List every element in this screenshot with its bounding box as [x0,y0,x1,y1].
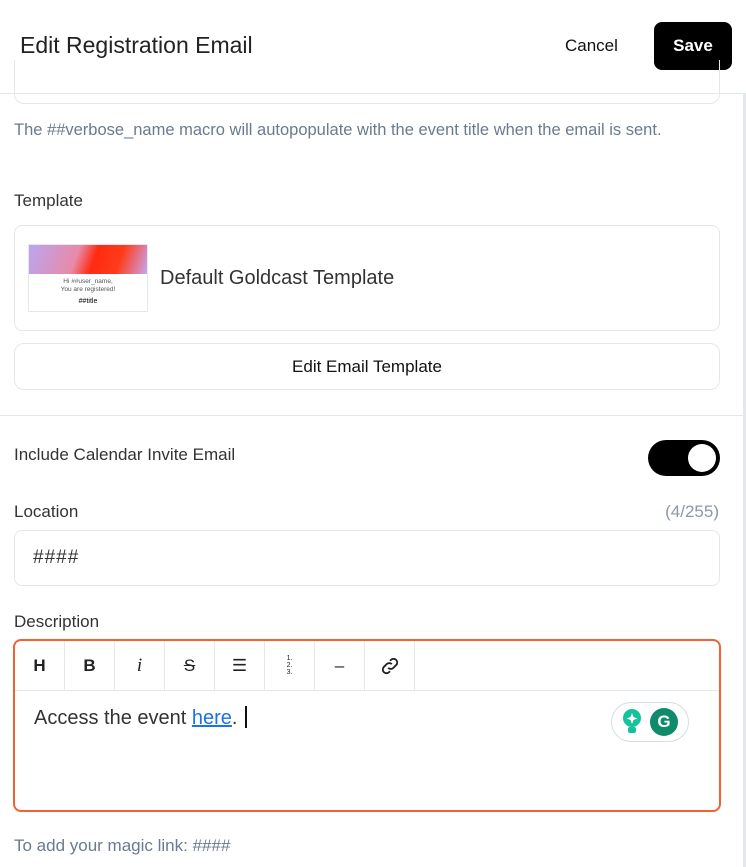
heading-button[interactable]: H [15,641,65,690]
template-name: Default Goldcast Template [160,267,395,289]
edit-email-template-button[interactable]: Edit Email Template [14,343,720,390]
magic-link-hint: To add your magic link: #### [14,836,231,855]
location-char-counter: (4/255) [665,502,719,521]
horizontal-rule-icon: – [334,655,345,675]
bullet-list-icon: ☰ [231,655,248,675]
toggle-knob [688,444,716,472]
text-caret [245,706,248,728]
description-text: Access the event [34,707,192,729]
lightbulb-icon [623,709,641,733]
template-card[interactable]: Hi ##user_name, You are registered! ##tit… [14,225,720,331]
template-thumbnail: Hi ##user_name, You are registered! ##tit… [28,244,148,312]
description-label: Description [14,612,100,631]
grammarly-icon: G [650,708,678,736]
page-title: Edit Registration Email [20,32,253,58]
location-input[interactable] [14,530,720,586]
ordered-list-icon: 1. 2. 3. [286,655,293,676]
template-label: Template [14,191,83,210]
thumbnail-line2: You are registered! [60,286,116,293]
calendar-invite-label: Include Calendar Invite Email [14,445,236,464]
grammarly-widget[interactable]: G [611,702,689,742]
description-link[interactable]: here [192,707,232,729]
ordered-list-button[interactable]: 1. 2. 3. [265,641,315,690]
strikethrough-button[interactable]: S [165,641,215,690]
thumbnail-banner [29,245,147,274]
subject-help-text: The ##verbose_name macro will autopopula… [14,121,662,139]
calendar-invite-toggle[interactable] [648,440,720,476]
link-icon [381,657,398,674]
thumbnail-title: ##title [78,298,98,305]
location-label: Location [14,502,79,521]
subject-input[interactable] [14,60,720,104]
description-editor[interactable]: H B i S ☰ 1. 2. 3. – Access the event here… [13,639,721,812]
link-button[interactable] [365,641,415,690]
horizontal-rule-button[interactable]: – [315,641,365,690]
thumbnail-line1: Hi ##user_name, [63,278,113,285]
editor-toolbar: H B i S ☰ 1. 2. 3. – [15,641,719,691]
divider [0,415,746,416]
cancel-button[interactable]: Cancel [565,36,618,56]
bold-button[interactable]: B [65,641,115,690]
italic-button[interactable]: i [115,641,165,690]
bullet-list-button[interactable]: ☰ [215,641,265,690]
editor-content[interactable]: Access the event here. [34,706,248,730]
description-text-end: . [231,707,238,729]
